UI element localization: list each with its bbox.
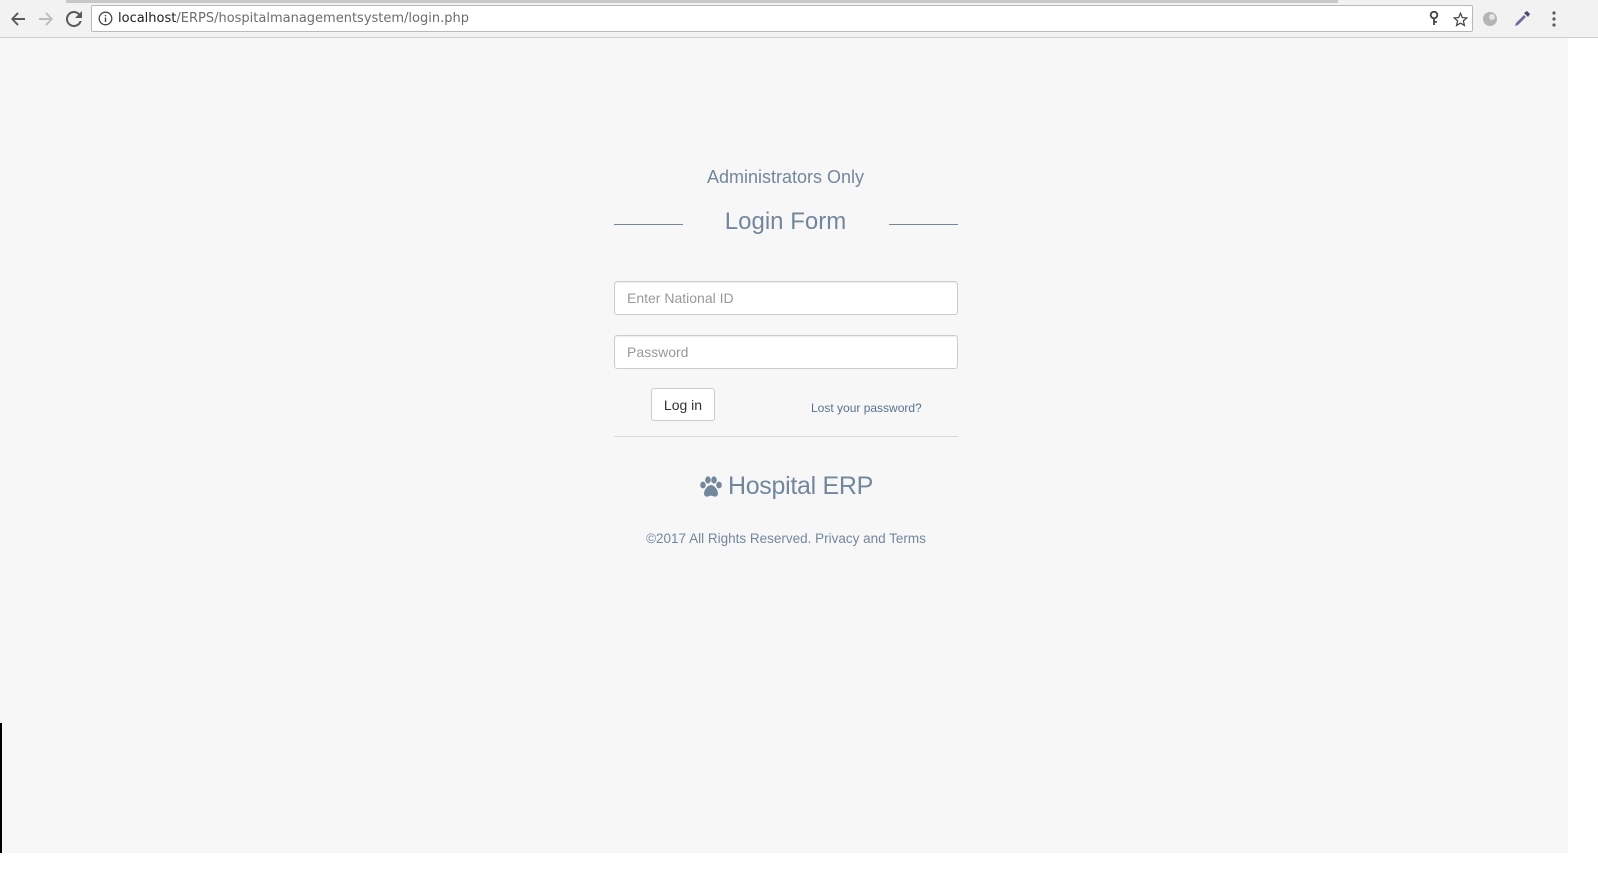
extension-icon[interactable] bbox=[1480, 9, 1500, 29]
page-bottom-edge bbox=[0, 853, 1568, 869]
address-bar[interactable]: localhost/ERPS/hospitalmanagementsystem/… bbox=[91, 5, 1473, 32]
reload-icon bbox=[66, 11, 82, 27]
vertical-scrollbar[interactable] bbox=[1568, 38, 1598, 869]
eyedropper-icon[interactable] bbox=[1512, 9, 1532, 29]
tab-strip-edge bbox=[66, 0, 1338, 3]
browser-toolbar: localhost/ERPS/hospitalmanagementsystem/… bbox=[0, 0, 1598, 38]
login-form-title: Login Form bbox=[724, 208, 847, 235]
info-icon[interactable] bbox=[98, 11, 113, 26]
paw-icon bbox=[699, 475, 723, 498]
edge-artifact bbox=[0, 723, 2, 853]
key-icon[interactable] bbox=[1426, 11, 1442, 27]
url-text[interactable]: localhost/ERPS/hospitalmanagementsystem/… bbox=[118, 11, 469, 27]
brand-name: Hospital ERP bbox=[727, 472, 874, 500]
login-form-header: Login Form bbox=[614, 206, 958, 246]
admin-notice: Administrators Only bbox=[706, 167, 865, 187]
title-rule-right bbox=[889, 224, 958, 225]
back-arrow-icon bbox=[10, 11, 26, 27]
password-input[interactable] bbox=[614, 335, 958, 369]
login-button[interactable]: Log in bbox=[651, 388, 715, 421]
url-path: /ERPS/hospitalmanagementsystem/login.php bbox=[176, 11, 469, 26]
forward-button[interactable] bbox=[34, 7, 58, 31]
reload-button[interactable] bbox=[62, 7, 86, 31]
lost-password-link[interactable]: Lost your password? bbox=[811, 401, 922, 415]
form-divider bbox=[614, 436, 958, 437]
back-button[interactable] bbox=[6, 7, 30, 31]
page-viewport: Administrators Only Login Form Log in Lo… bbox=[0, 38, 1568, 853]
national-id-input[interactable] bbox=[614, 281, 958, 315]
copyright-text: ©2017 All Rights Reserved. Privacy and T… bbox=[646, 531, 926, 546]
forward-arrow-icon bbox=[38, 11, 54, 27]
brand-logo: Hospital ERP bbox=[614, 472, 958, 501]
menu-dots-icon[interactable] bbox=[1544, 9, 1564, 29]
url-host: localhost bbox=[118, 11, 177, 26]
star-icon[interactable] bbox=[1452, 11, 1468, 27]
